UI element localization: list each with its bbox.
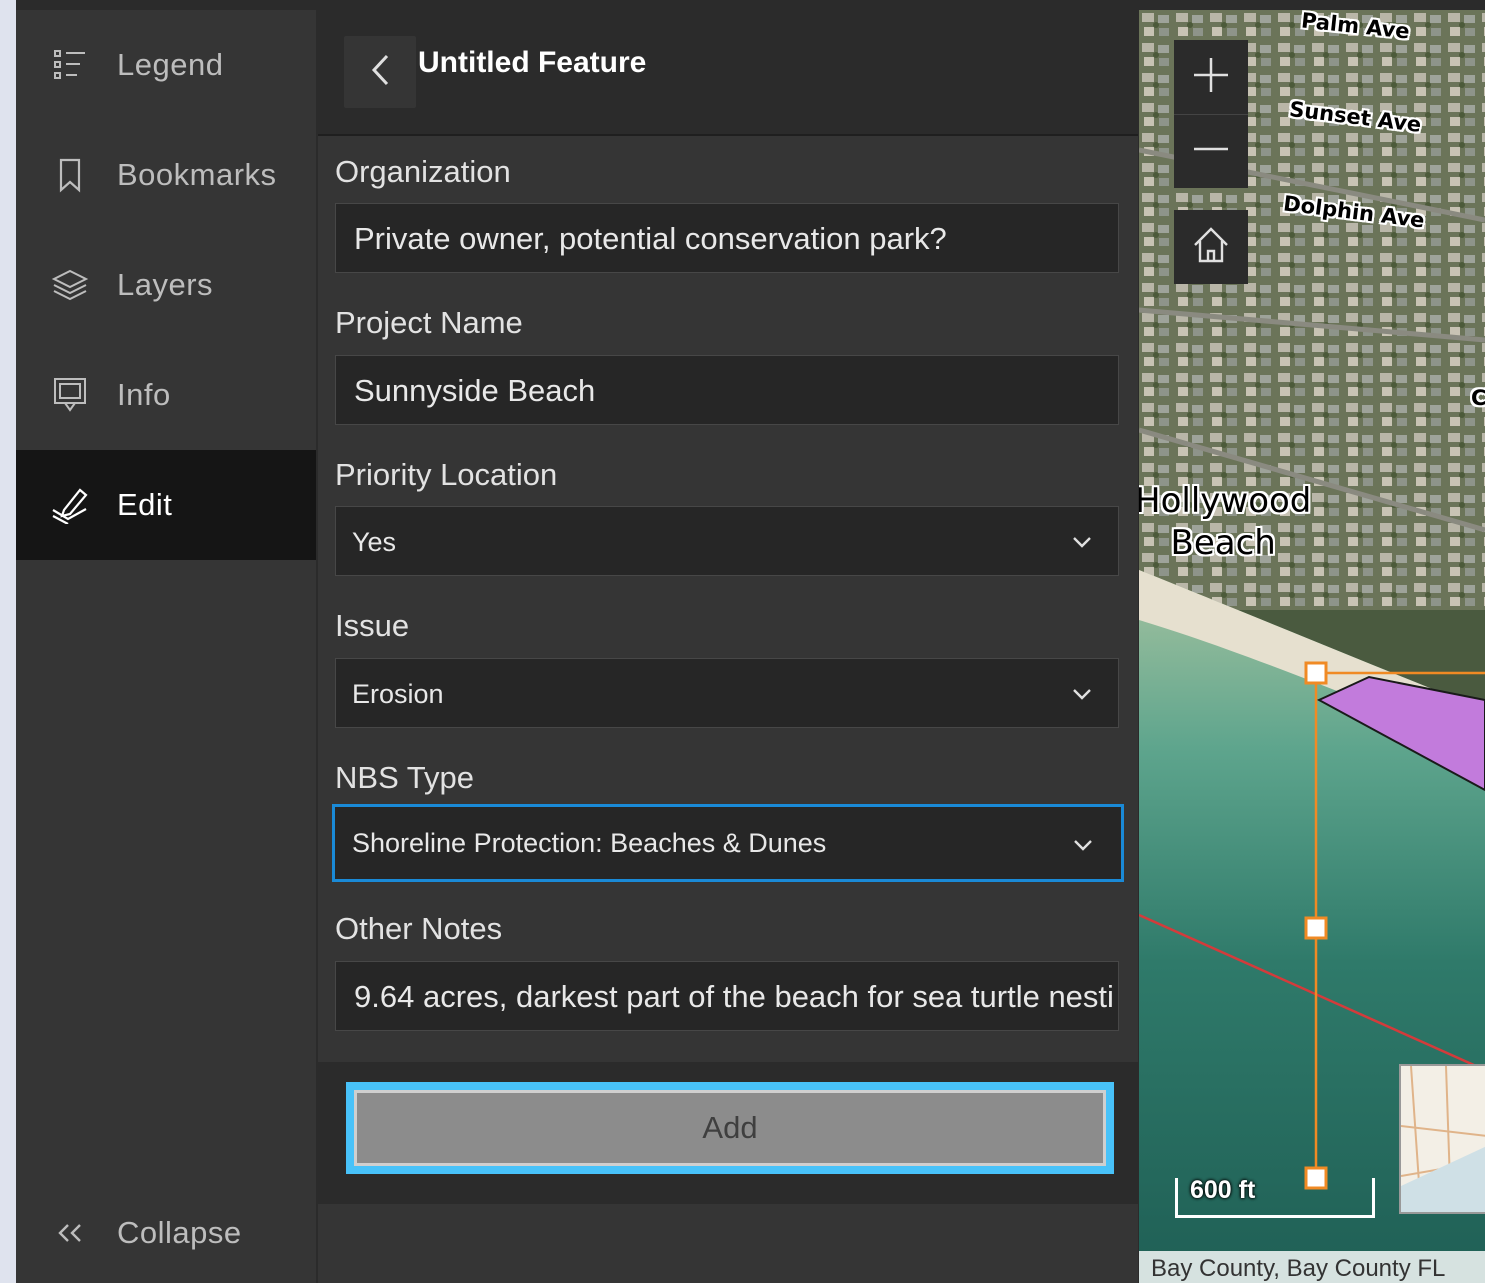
edit-icon — [50, 485, 90, 525]
nav-item-bookmarks[interactable]: Bookmarks — [16, 120, 316, 230]
organization-value: Private owner, potential conservation pa… — [354, 221, 947, 256]
panel-footer: Add — [318, 1062, 1138, 1204]
other-notes-label: Other Notes — [335, 911, 503, 946]
side-nav: Legend Bookmarks Layers Info Edit Collap… — [16, 10, 316, 1283]
priority-location-value: Yes — [352, 527, 397, 557]
nbs-type-select[interactable]: Shoreline Protection: Beaches & Dunes — [332, 804, 1124, 882]
panel-title: Untitled Feature — [418, 46, 647, 79]
overview-map-graphic — [1400, 1065, 1485, 1213]
nav-label: Info — [117, 377, 171, 412]
nav-label: Layers — [117, 267, 214, 302]
collapse-button[interactable]: Collapse — [16, 1178, 316, 1283]
nav-item-layers[interactable]: Layers — [16, 230, 316, 340]
place-label-line1: Hollywood — [1139, 481, 1312, 521]
project-name-field[interactable]: Sunnyside Beach — [335, 355, 1119, 425]
map-view[interactable]: Palm Ave Sunset Ave Dolphin Ave C Hollyw… — [1139, 10, 1485, 1283]
layers-icon — [50, 265, 90, 305]
plus-icon — [1191, 55, 1231, 100]
nav-label: Bookmarks — [117, 157, 277, 192]
scale-label: 600 ft — [1190, 1176, 1256, 1204]
overview-map[interactable] — [1399, 1064, 1485, 1214]
nav-item-edit[interactable]: Edit — [16, 450, 316, 560]
project-name-value: Sunnyside Beach — [354, 373, 596, 408]
place-label: Hollywood Beach — [1139, 480, 1311, 564]
map-attribution: Bay County, Bay County FL — [1139, 1251, 1485, 1283]
zoom-in-button[interactable] — [1174, 40, 1248, 114]
zoom-out-button[interactable] — [1174, 114, 1248, 188]
chevron-down-icon — [1070, 530, 1094, 554]
priority-location-label: Priority Location — [335, 457, 558, 492]
add-button-label: Add — [357, 1093, 1103, 1163]
issue-value: Erosion — [352, 679, 444, 709]
chevron-down-icon — [1071, 833, 1095, 857]
street-label: C — [1471, 386, 1485, 410]
place-label-line2: Beach — [1170, 523, 1276, 563]
nbs-type-value: Shoreline Protection: Beaches & Dunes — [352, 828, 827, 858]
panel-header: Untitled Feature — [318, 10, 1138, 136]
nav-item-info[interactable]: Info — [16, 340, 316, 450]
chevron-left-icon — [367, 50, 393, 95]
organization-field[interactable]: Private owner, potential conservation pa… — [335, 203, 1119, 273]
chevron-down-icon — [1070, 682, 1094, 706]
priority-location-select[interactable]: Yes — [335, 506, 1119, 576]
info-icon — [50, 375, 90, 415]
minus-icon — [1191, 129, 1231, 174]
other-notes-field[interactable]: 9.64 acres, darkest part of the beach fo… — [335, 961, 1119, 1031]
organization-label: Organization — [335, 154, 511, 189]
scale-bar: 600 ft — [1175, 1176, 1375, 1218]
issue-label: Issue — [335, 608, 410, 643]
issue-select[interactable]: Erosion — [335, 658, 1119, 728]
other-notes-value: 9.64 acres, darkest part of the beach fo… — [354, 979, 1114, 1014]
chevrons-left-icon — [50, 1213, 90, 1253]
home-icon — [1191, 225, 1231, 270]
back-button[interactable] — [344, 36, 416, 108]
home-button[interactable] — [1174, 210, 1248, 284]
legend-icon — [50, 45, 90, 85]
nav-item-legend[interactable]: Legend — [16, 10, 316, 120]
app-frame: Legend Bookmarks Layers Info Edit Collap… — [16, 0, 1485, 1283]
project-name-label: Project Name — [335, 305, 523, 340]
add-button[interactable]: Add — [346, 1082, 1114, 1174]
nav-label: Edit — [117, 487, 173, 522]
nav-label: Legend — [117, 47, 224, 82]
feature-panel: Untitled Feature Organization Private ow… — [318, 10, 1138, 1283]
bookmark-icon — [50, 155, 90, 195]
nbs-type-label: NBS Type — [335, 760, 475, 795]
zoom-controls — [1174, 40, 1248, 188]
collapse-label: Collapse — [117, 1215, 242, 1250]
